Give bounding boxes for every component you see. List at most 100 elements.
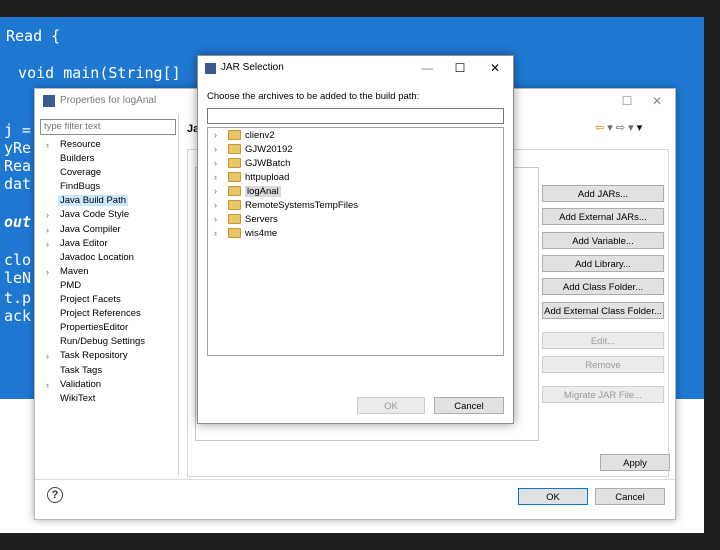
tree-item-httpupload[interactable]: › httpupload xyxy=(214,171,289,184)
tree-item-label: Project References xyxy=(60,308,141,320)
tree-item-java-editor[interactable]: › Java Editor xyxy=(43,237,178,251)
expand-arrow-icon[interactable]: › xyxy=(46,265,49,279)
tree-item-project-references[interactable]: Project References xyxy=(43,307,178,321)
maximize-icon[interactable]: ☐ xyxy=(448,58,472,78)
tree-item-pmd[interactable]: PMD xyxy=(43,279,178,293)
tree-item-coverage[interactable]: Coverage xyxy=(43,166,178,180)
tree-item-label: httpupload xyxy=(245,172,290,183)
tree-item-task-tags[interactable]: Task Tags xyxy=(43,364,178,378)
tree-item-label: Resource xyxy=(60,139,101,150)
tree-item-label: Validation xyxy=(60,378,102,390)
close-icon[interactable]: ✕ xyxy=(483,58,507,78)
tree-item-label: logAnal xyxy=(245,186,281,197)
expand-arrow-icon[interactable]: › xyxy=(214,157,228,170)
tree-item-properties-editor[interactable]: PropertiesEditor xyxy=(43,321,178,335)
maximize-icon[interactable]: ☐ xyxy=(615,91,639,111)
tree-item-label: Coverage xyxy=(60,167,102,179)
expand-arrow-icon[interactable]: › xyxy=(214,199,228,212)
project-folder-icon xyxy=(228,214,241,225)
tree-item-label: RemoteSystemsTempFiles xyxy=(245,200,358,211)
history-nav: ⇦ ▾ ⇨ ▾ ▾ xyxy=(595,121,642,134)
expand-arrow-icon[interactable]: › xyxy=(46,138,49,152)
tree-item-label: Servers xyxy=(245,214,278,225)
tree-item-loganal[interactable]: › logAnal xyxy=(214,185,281,198)
tree-item-label: Maven xyxy=(60,265,89,277)
minimize-icon[interactable]: — xyxy=(415,58,439,78)
tree-item-servers[interactable]: › Servers xyxy=(214,213,278,226)
tree-item-label: Run/Debug Settings xyxy=(60,336,146,348)
expand-arrow-icon[interactable]: › xyxy=(214,227,228,240)
footer-divider xyxy=(35,479,675,480)
tree-item-java-build-path[interactable]: Java Build Path xyxy=(43,194,178,208)
expand-arrow-icon[interactable]: › xyxy=(214,143,228,156)
tree-item-java-code-style[interactable]: › Java Code Style xyxy=(43,208,178,222)
jar-titlebar[interactable]: JAR Selection — ☐ ✕ xyxy=(198,56,513,80)
edit-button[interactable]: Edit... xyxy=(542,332,664,349)
add-variable-button[interactable]: Add Variable... xyxy=(542,232,664,249)
expand-arrow-icon[interactable]: › xyxy=(214,171,228,184)
chevron-down-icon[interactable]: ▾ xyxy=(628,122,634,134)
tree-item-clienv2[interactable]: › clienv2 xyxy=(214,129,275,142)
tree-item-label: Java Build Path xyxy=(58,195,129,207)
project-folder-icon xyxy=(228,158,241,169)
expand-arrow-icon[interactable]: › xyxy=(46,223,49,237)
tree-item-javadoc-location[interactable]: Javadoc Location xyxy=(43,251,178,265)
add-external-jars-button[interactable]: Add External JARs... xyxy=(542,208,664,225)
tree-item-project-facets[interactable]: Project Facets xyxy=(43,293,178,307)
tree-item-wikitext[interactable]: WikiText xyxy=(43,392,178,406)
tree-item-gjwbatch[interactable]: › GJWBatch xyxy=(214,157,290,170)
forward-arrow-icon[interactable]: ⇨ xyxy=(616,122,625,134)
tree-item-label: wis4me xyxy=(245,228,278,239)
tree-item-run-debug-settings[interactable]: Run/Debug Settings xyxy=(43,335,178,349)
project-folder-icon xyxy=(228,228,241,239)
apply-button[interactable]: Apply xyxy=(600,454,670,471)
expand-arrow-icon[interactable]: › xyxy=(214,129,228,142)
tree-item-findbugs[interactable]: FindBugs xyxy=(43,180,178,194)
tree-item-remote-systems-temp-files[interactable]: › RemoteSystemsTempFiles xyxy=(214,199,358,212)
tree-item-builders[interactable]: Builders xyxy=(43,152,178,166)
project-folder-icon xyxy=(228,200,241,211)
remove-button[interactable]: Remove xyxy=(542,356,664,373)
pane-divider[interactable] xyxy=(178,114,179,476)
expand-arrow-icon[interactable]: › xyxy=(46,378,49,392)
tree-item-label: FindBugs xyxy=(60,181,101,193)
expand-arrow-icon[interactable]: › xyxy=(46,237,49,251)
project-folder-icon xyxy=(228,144,241,155)
cancel-button[interactable]: Cancel xyxy=(595,488,665,505)
tree-item-java-compiler[interactable]: › Java Compiler xyxy=(43,223,178,237)
tree-item-gjw20192[interactable]: › GJW20192 xyxy=(214,143,293,156)
add-library-button[interactable]: Add Library... xyxy=(542,255,664,272)
ok-button[interactable]: OK xyxy=(518,488,588,505)
jar-project-tree[interactable]: › clienv2 › GJW20192 › GJWBatch › httpupload… xyxy=(207,127,504,356)
close-icon[interactable]: ✕ xyxy=(645,91,669,111)
filter-input[interactable] xyxy=(40,119,176,135)
window-app-icon xyxy=(43,95,55,107)
add-class-folder-button[interactable]: Add Class Folder... xyxy=(542,278,664,295)
add-jars-button[interactable]: Add JARs... xyxy=(542,185,664,202)
help-icon[interactable]: ? xyxy=(47,487,63,503)
tree-item-task-repository[interactable]: › Task Repository xyxy=(43,349,178,363)
jar-ok-button[interactable]: OK xyxy=(357,397,425,414)
expand-arrow-icon[interactable]: › xyxy=(214,213,228,226)
tree-item-wis4me[interactable]: › wis4me xyxy=(214,227,277,240)
view-menu-icon[interactable]: ▾ xyxy=(637,122,643,134)
tree-item-label: Java Code Style xyxy=(60,209,130,221)
tree-item-validation[interactable]: › Validation xyxy=(43,378,178,392)
tree-item-label: Task Tags xyxy=(60,364,103,376)
properties-tree: › Resource Builders Coverage FindBugs Jav… xyxy=(43,138,178,406)
jar-filter-input[interactable] xyxy=(207,108,504,124)
project-folder-icon xyxy=(228,172,241,183)
jar-cancel-button[interactable]: Cancel xyxy=(434,397,504,414)
tree-item-maven[interactable]: › Maven xyxy=(43,265,178,279)
chevron-down-icon[interactable]: ▾ xyxy=(607,122,613,134)
expand-arrow-icon[interactable]: › xyxy=(46,208,49,222)
add-external-class-folder-button[interactable]: Add External Class Folder... xyxy=(542,302,664,319)
properties-title: Properties for logAnal xyxy=(60,95,157,106)
code-line: ack xyxy=(4,307,32,325)
tree-item-resource[interactable]: › Resource xyxy=(43,138,178,152)
expand-arrow-icon[interactable]: › xyxy=(46,349,49,363)
tree-item-label: Java Compiler xyxy=(60,223,121,235)
migrate-jar-button[interactable]: Migrate JAR File... xyxy=(542,386,664,403)
back-arrow-icon[interactable]: ⇦ xyxy=(595,122,604,134)
expand-arrow-icon[interactable]: › xyxy=(214,185,228,198)
